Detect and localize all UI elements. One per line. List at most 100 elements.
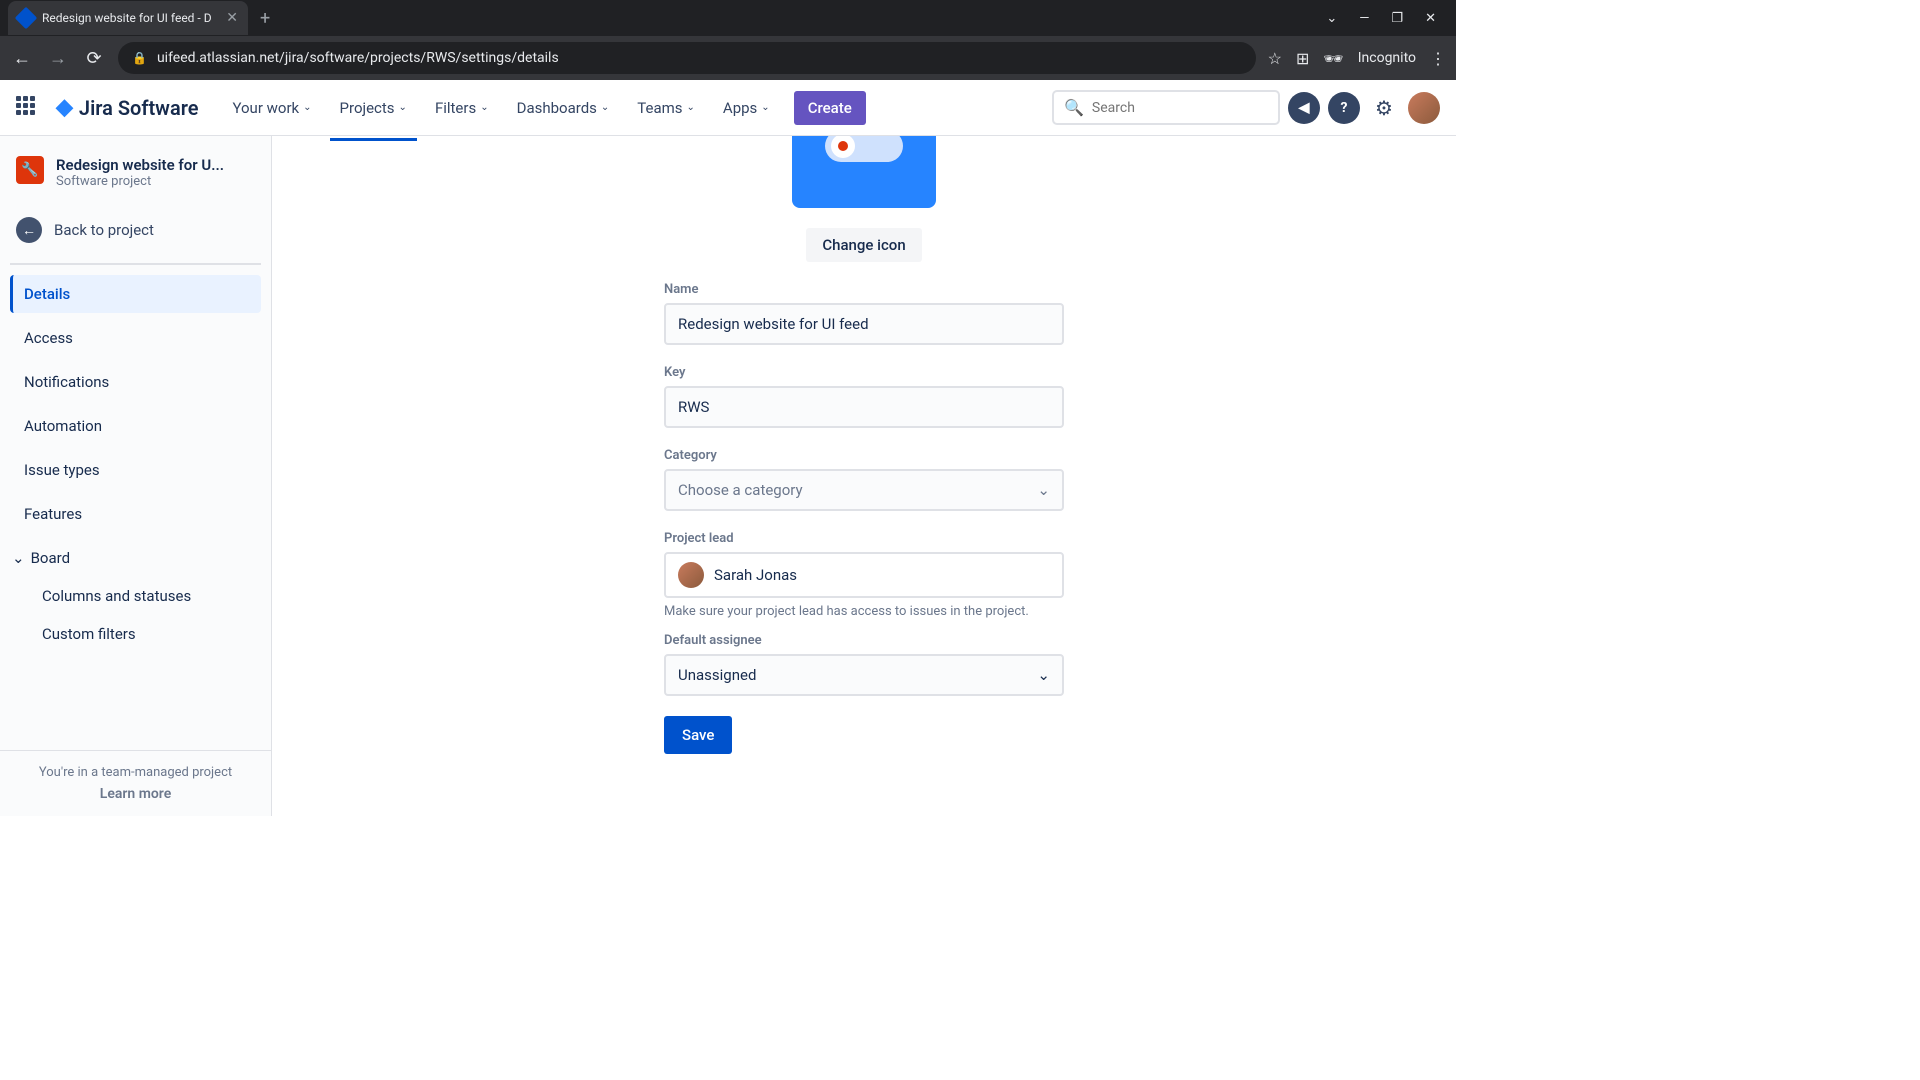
window-controls: ⌄ — ❐ ✕ (1326, 11, 1448, 26)
sidebar-item-access[interactable]: Access (10, 319, 261, 357)
sidebar-item-notifications[interactable]: Notifications (10, 363, 261, 401)
name-label: Name (664, 282, 1064, 297)
chevron-down-icon: ⌄ (1037, 481, 1050, 499)
project-name: Redesign website for U... (56, 156, 236, 174)
forward-icon[interactable]: → (46, 48, 70, 69)
sidebar-item-issue-types[interactable]: Issue types (10, 451, 261, 489)
chevron-down-icon: ⌄ (303, 102, 311, 113)
search-input[interactable] (1092, 100, 1268, 116)
chevron-down-icon: ⌄ (399, 102, 407, 113)
chevron-down-icon: ⌄ (480, 102, 488, 113)
new-tab-button[interactable]: + (260, 8, 270, 29)
browser-chrome: Redesign website for UI feed - D ✕ + ⌄ —… (0, 0, 1456, 80)
project-avatar (792, 136, 936, 208)
nav-teams[interactable]: Teams ⌄ (627, 91, 705, 125)
nav-your-work[interactable]: Your work ⌄ (222, 91, 321, 125)
content[interactable]: Change icon Name Key Category Choose a c… (272, 136, 1456, 816)
close-tab-icon[interactable]: ✕ (226, 10, 238, 26)
main-layout: 🔧 Redesign website for U... Software pro… (0, 136, 1456, 816)
footer-text: You're in a team-managed project (16, 765, 255, 780)
jira-header: ◆ Jira Software Your work ⌄ Projects ⌄ F… (0, 80, 1456, 136)
minimize-icon[interactable]: — (1359, 11, 1369, 26)
jira-logo[interactable]: ◆ Jira Software (56, 95, 198, 120)
assignee-label: Default assignee (664, 633, 1064, 648)
nav-dashboards[interactable]: Dashboards ⌄ (507, 91, 620, 125)
icon-section: Change icon (664, 136, 1064, 262)
lead-name: Sarah Jonas (714, 566, 797, 584)
name-input[interactable] (664, 303, 1064, 345)
incognito-label: Incognito (1358, 50, 1416, 66)
nav-apps[interactable]: Apps ⌄ (713, 91, 780, 125)
field-key: Key (664, 365, 1064, 428)
sidebar-item-columns[interactable]: Columns and statuses (10, 577, 261, 615)
sidebar-group-board[interactable]: ⌄ Board (10, 539, 261, 577)
url-text: uifeed.atlassian.net/jira/software/proje… (157, 50, 559, 66)
field-name: Name (664, 282, 1064, 345)
field-default-assignee: Default assignee Unassigned ⌄ (664, 633, 1064, 696)
search-icon: 🔍 (1064, 98, 1084, 117)
user-avatar[interactable] (1408, 92, 1440, 124)
chevron-down-icon: ⌄ (761, 102, 769, 113)
lead-avatar (678, 562, 704, 588)
back-arrow-icon: ← (16, 217, 42, 243)
close-window-icon[interactable]: ✕ (1425, 11, 1436, 26)
tab-bar: Redesign website for UI feed - D ✕ + ⌄ —… (0, 0, 1456, 36)
lock-icon: 🔒 (132, 51, 147, 65)
category-label: Category (664, 448, 1064, 463)
save-button[interactable]: Save (664, 716, 732, 754)
address-bar: ← → ⟳ 🔒 uifeed.atlassian.net/jira/softwa… (0, 36, 1456, 80)
create-button[interactable]: Create (794, 91, 866, 125)
nav-filters[interactable]: Filters ⌄ (425, 91, 499, 125)
project-type: Software project (56, 174, 255, 189)
reload-icon[interactable]: ⟳ (82, 48, 106, 69)
url-box[interactable]: 🔒 uifeed.atlassian.net/jira/software/pro… (118, 42, 1256, 74)
divider (10, 263, 261, 265)
learn-more-link[interactable]: Learn more (16, 786, 255, 802)
key-label: Key (664, 365, 1064, 380)
bookmark-star-icon[interactable]: ☆ (1268, 49, 1282, 68)
back-to-project-link[interactable]: ← Back to project (0, 207, 271, 263)
key-input[interactable] (664, 386, 1064, 428)
lead-select[interactable]: Sarah Jonas (664, 552, 1064, 598)
project-header: 🔧 Redesign website for U... Software pro… (0, 156, 271, 207)
jira-favicon (15, 7, 38, 30)
incognito-icon: 🕶 (1323, 49, 1343, 68)
search-box[interactable]: 🔍 (1052, 90, 1280, 125)
change-icon-button[interactable]: Change icon (806, 228, 921, 262)
tab-title: Redesign website for UI feed - D (42, 11, 218, 25)
nav-projects[interactable]: Projects ⌄ (330, 91, 417, 125)
category-placeholder: Choose a category (678, 481, 803, 499)
sidebar-item-details[interactable]: Details (10, 275, 261, 313)
field-category: Category Choose a category ⌄ (664, 448, 1064, 511)
product-name: Jira Software (79, 96, 199, 120)
chevron-down-icon: ⌄ (12, 549, 25, 567)
extensions-icon[interactable]: ⊞ (1296, 49, 1309, 68)
field-project-lead: Project lead Sarah Jonas Make sure your … (664, 531, 1064, 619)
chevron-down-icon: ⌄ (687, 102, 695, 113)
chevron-down-icon: ⌄ (1037, 666, 1050, 684)
assignee-select[interactable]: Unassigned ⌄ (664, 654, 1064, 696)
browser-tab[interactable]: Redesign website for UI feed - D ✕ (8, 1, 248, 35)
assignee-value: Unassigned (678, 666, 756, 684)
settings-gear-icon[interactable]: ⚙ (1368, 92, 1400, 124)
notifications-icon[interactable]: ◀ (1288, 92, 1320, 124)
lead-help-text: Make sure your project lead has access t… (664, 604, 1064, 619)
category-select[interactable]: Choose a category ⌄ (664, 469, 1064, 511)
maximize-icon[interactable]: ❐ (1391, 11, 1403, 26)
help-icon[interactable]: ? (1328, 92, 1360, 124)
sidebar-menu[interactable]: Details Access Notifications Automation … (0, 275, 271, 750)
sidebar: 🔧 Redesign website for U... Software pro… (0, 136, 272, 816)
chevron-down-icon: ⌄ (601, 102, 609, 113)
sidebar-item-features[interactable]: Features (10, 495, 261, 533)
toggle-illustration (825, 136, 903, 162)
app-switcher-icon[interactable] (16, 96, 40, 120)
project-details-form: Change icon Name Key Category Choose a c… (664, 136, 1064, 816)
lead-label: Project lead (664, 531, 1064, 546)
tabs-dropdown-icon[interactable]: ⌄ (1326, 11, 1337, 26)
sidebar-footer: You're in a team-managed project Learn m… (0, 750, 271, 816)
sidebar-item-custom-filters[interactable]: Custom filters (10, 615, 261, 653)
sidebar-item-automation[interactable]: Automation (10, 407, 261, 445)
browser-menu-icon[interactable]: ⋮ (1430, 49, 1446, 68)
jira-logo-icon: ◆ (56, 95, 73, 120)
back-icon[interactable]: ← (10, 48, 34, 69)
